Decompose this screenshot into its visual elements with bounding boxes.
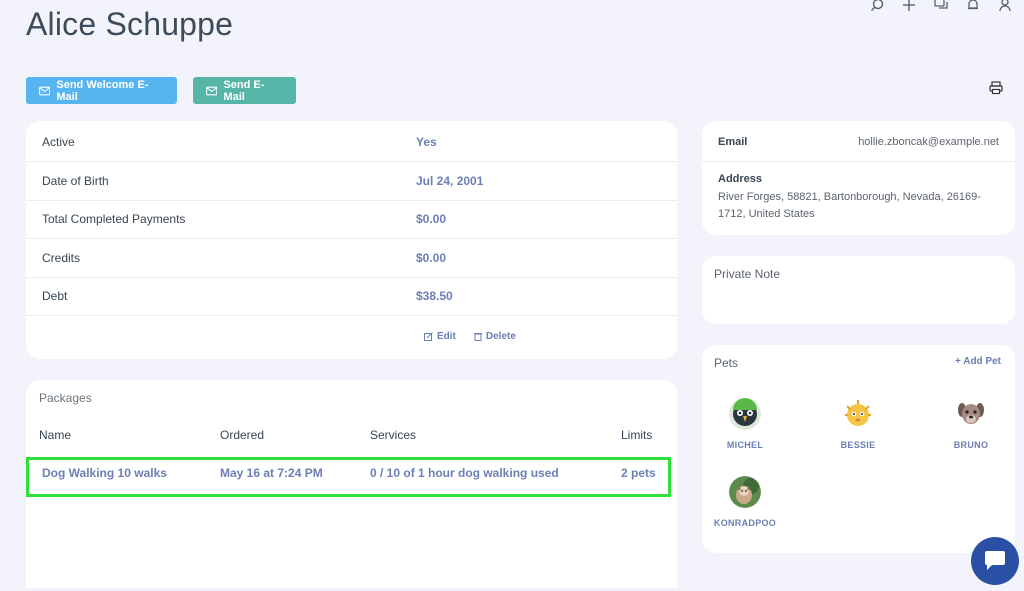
pets-card: Pets + Add Pet MICHEL BESSIE BRUNO KONRA… <box>702 345 1015 553</box>
pets-title: Pets <box>714 356 739 370</box>
pet-name: KONRADPOO <box>713 518 777 528</box>
info-label: Date of Birth <box>42 174 109 188</box>
search-icon[interactable] <box>868 0 886 14</box>
email-label: Email <box>718 136 748 148</box>
delete-label: Delete <box>485 331 516 342</box>
info-value: $38.50 <box>416 289 453 303</box>
column-header-services: Services <box>370 428 417 442</box>
plus-icon[interactable] <box>900 0 918 14</box>
pet-name: BRUNO <box>953 440 989 450</box>
package-name-link[interactable]: Dog Walking 10 walks <box>42 466 167 480</box>
envelope-icon <box>206 86 218 95</box>
info-label: Active <box>42 135 75 149</box>
parrot-avatar-icon <box>729 398 761 430</box>
chat-icon[interactable] <box>932 0 950 14</box>
info-row-debt: Debt $38.50 <box>26 277 677 316</box>
divider <box>702 161 1015 162</box>
address-line-2: 1712, United States <box>718 208 815 220</box>
info-actions: Edit Delete <box>424 331 516 342</box>
column-header-ordered: Ordered <box>220 428 265 442</box>
pet-card-bruno[interactable]: BRUNO <box>931 398 1011 450</box>
address-line-1: River Forges, 58821, Bartonborough, Neva… <box>718 191 981 203</box>
address-label: Address <box>718 173 763 185</box>
chat-launcher-button[interactable] <box>971 537 1019 585</box>
email-value: hollie.zboncak@example.net <box>858 136 999 148</box>
info-row-active: Active Yes <box>26 123 677 162</box>
send-email-button[interactable]: Send E-Mail <box>193 77 296 104</box>
private-note-label: Private Note <box>714 267 781 281</box>
edit-icon <box>424 332 433 341</box>
pet-card-michel[interactable]: MICHEL <box>705 398 785 450</box>
delete-button[interactable]: Delete <box>473 331 516 342</box>
packages-title: Packages <box>39 391 92 405</box>
info-value: Jul 24, 2001 <box>416 174 484 188</box>
add-pet-button[interactable]: + Add Pet <box>955 356 1001 367</box>
send-welcome-email-button[interactable]: Send Welcome E-Mail <box>26 77 177 104</box>
user-icon[interactable] <box>996 0 1014 14</box>
info-label: Total Completed Payments <box>42 212 186 226</box>
packages-card: Packages Name Ordered Services Limits Do… <box>26 380 677 588</box>
info-row-total-completed-payments: Total Completed Payments $0.00 <box>26 200 677 239</box>
top-toolbar <box>868 0 1014 14</box>
edit-label: Edit <box>437 331 456 342</box>
info-row-date-of-birth: Date of Birth Jul 24, 2001 <box>26 162 677 201</box>
pet-card-konradpoo[interactable]: KONRADPOO <box>705 476 785 528</box>
info-row-credits: Credits $0.00 <box>26 239 677 278</box>
column-header-limits: Limits <box>621 428 653 442</box>
envelope-icon <box>39 86 51 95</box>
private-note-card[interactable]: Private Note <box>702 256 1015 324</box>
page-title: Alice Schuppe <box>26 6 234 42</box>
column-header-name: Name <box>39 428 72 442</box>
dog-avatar-icon <box>955 398 987 430</box>
send-welcome-email-label: Send Welcome E-Mail <box>56 78 149 103</box>
info-value: $0.00 <box>416 212 447 226</box>
info-label: Credits <box>42 251 81 265</box>
edit-button[interactable]: Edit <box>424 331 456 342</box>
printer-icon[interactable] <box>989 81 1003 95</box>
pet-card-bessie[interactable]: BESSIE <box>818 398 898 450</box>
bell-icon[interactable] <box>964 0 982 14</box>
pet-photo-avatar <box>729 476 761 508</box>
info-value: $0.00 <box>416 251 447 265</box>
pet-name: BESSIE <box>840 440 876 450</box>
chat-bubble-icon <box>985 551 1005 570</box>
info-label: Debt <box>42 289 68 303</box>
package-ordered: May 16 at 7:24 PM <box>220 466 323 480</box>
info-value: Yes <box>416 135 437 149</box>
pet-name: MICHEL <box>726 440 764 450</box>
customer-info-card: Active Yes Date of Birth Jul 24, 2001 To… <box>26 121 677 359</box>
package-limits: 2 pets <box>621 466 656 480</box>
trash-icon <box>473 333 482 341</box>
package-services: 0 / 10 of 1 hour dog walking used <box>370 466 559 480</box>
contact-card: Email hollie.zboncak@example.net Address… <box>702 121 1015 235</box>
send-email-label: Send E-Mail <box>223 78 265 103</box>
pufferfish-avatar-icon <box>842 398 874 430</box>
